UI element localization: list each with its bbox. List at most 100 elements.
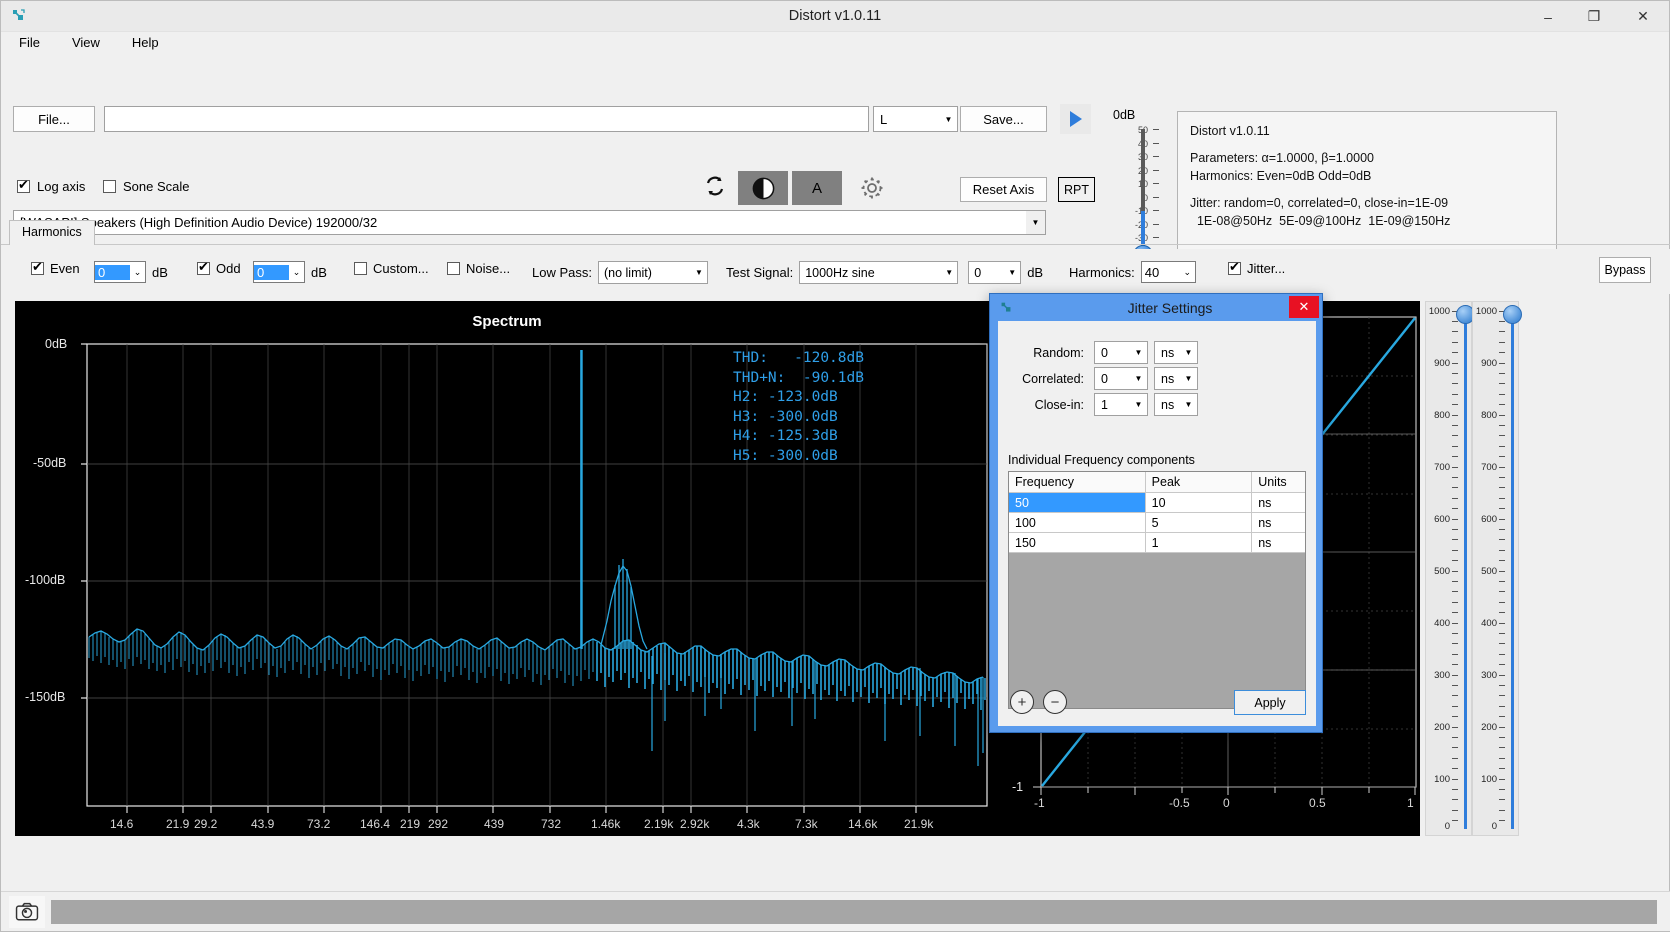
test-signal-value: 1000Hz sine <box>800 266 941 280</box>
file-button[interactable]: File... <box>13 106 95 132</box>
spectrum-chart[interactable]: Spectrum <box>15 301 999 836</box>
even-value-spinner[interactable]: 0 ⌄ dB <box>94 261 168 283</box>
channel-value: L <box>874 112 940 127</box>
even-checkbox[interactable]: Even <box>31 261 80 276</box>
info-line-1: Distort v1.0.11 <box>1190 122 1544 140</box>
chevron-down-icon[interactable]: ⌄ <box>1180 267 1195 278</box>
cell-peak[interactable]: 1 <box>1145 533 1252 553</box>
x-tick-4: 73.2 <box>307 817 330 831</box>
maximize-button[interactable]: ❐ <box>1571 1 1617 32</box>
cell-frequency[interactable]: 150 <box>1009 533 1145 553</box>
odd-value[interactable]: 0 <box>254 265 289 280</box>
cell-peak[interactable]: 10 <box>1145 493 1252 513</box>
x-tick-15: 14.6k <box>848 817 877 831</box>
even-label: Even <box>50 261 80 276</box>
jitter-checkbox[interactable]: Jitter... <box>1228 261 1285 276</box>
channel-select[interactable]: L ▼ <box>873 106 958 132</box>
column-header-frequency[interactable]: Frequency <box>1009 472 1145 493</box>
minimize-button[interactable]: – <box>1525 1 1571 32</box>
slider-right-track[interactable] <box>1511 314 1514 829</box>
settings-button[interactable] <box>859 175 885 201</box>
harmonics-count-group: Harmonics: 40 ⌄ <box>1069 261 1196 283</box>
chevron-down-icon: ▼ <box>1130 400 1147 409</box>
chevron-down-icon: ▼ <box>1180 400 1197 409</box>
close-in-unit-select[interactable]: ns ▼ <box>1154 393 1198 416</box>
save-button[interactable]: Save... <box>960 106 1047 132</box>
menu-item-help[interactable]: Help <box>128 33 163 52</box>
table-row[interactable]: 50 10 ns <box>1009 493 1305 513</box>
contrast-toggle-button[interactable] <box>738 171 788 205</box>
table-row[interactable]: 100 5 ns <box>1009 513 1305 533</box>
odd-checkbox[interactable]: Odd <box>197 261 241 276</box>
cell-frequency[interactable]: 100 <box>1009 513 1145 533</box>
odd-value-spinner[interactable]: 0 ⌄ dB <box>253 261 327 283</box>
slider-right[interactable]: 1000 900 800 700 600 500 400 300 200 100… <box>1472 301 1519 836</box>
chevron-down-icon[interactable]: ⌄ <box>289 267 304 278</box>
info-line-3: Harmonics: Even=0dB Odd=0dB <box>1190 167 1544 185</box>
file-path-input[interactable] <box>104 106 869 132</box>
play-button[interactable] <box>1060 104 1091 134</box>
jitter-label: Jitter... <box>1247 261 1285 276</box>
chevron-down-icon[interactable]: ⌄ <box>130 267 145 278</box>
screenshot-button[interactable] <box>9 896 45 928</box>
chevron-down-icon: ▼ <box>1180 374 1197 383</box>
h5-value: H5: -300.0dB <box>733 448 838 464</box>
even-value[interactable]: 0 <box>95 265 130 280</box>
contrast-icon <box>751 176 776 201</box>
sone-scale-checkbox[interactable]: Sone Scale <box>103 179 190 194</box>
cell-units[interactable]: ns <box>1252 533 1305 553</box>
apply-button[interactable]: Apply <box>1234 690 1306 715</box>
column-header-peak[interactable]: Peak <box>1145 472 1252 493</box>
low-pass-select[interactable]: (no limit) ▼ <box>598 261 708 284</box>
slider-right-handle[interactable] <box>1503 305 1522 324</box>
slider-left[interactable]: 1000 900 800 700 600 500 400 300 200 100… <box>1425 301 1472 836</box>
correlated-value-select[interactable]: 0 ▼ <box>1094 367 1148 390</box>
log-axis-checkbox[interactable]: Log axis <box>17 179 85 194</box>
noise-checkbox[interactable]: Noise... <box>447 261 510 276</box>
reset-axis-button[interactable]: Reset Axis <box>960 177 1047 202</box>
custom-label: Custom... <box>373 261 429 276</box>
x-tick-12: 2.92k <box>680 817 709 831</box>
random-value-select[interactable]: 0 ▼ <box>1094 341 1148 364</box>
menu-item-file[interactable]: File <box>15 33 44 52</box>
harmonics-count-value[interactable]: 40 <box>1142 265 1180 280</box>
chevron-down-icon: ▼ <box>1130 348 1147 357</box>
y-tick-3: -150dB <box>25 690 65 704</box>
tab-harmonics[interactable]: Harmonics <box>9 220 95 245</box>
bypass-button[interactable]: Bypass <box>1599 257 1651 283</box>
frequency-components-table[interactable]: Frequency Peak Units 50 10 ns 100 <box>1008 471 1306 709</box>
remove-row-button[interactable]: − <box>1043 690 1067 714</box>
top-controls: File... L ▼ Save... Log axis Sone Scale <box>1 53 1669 239</box>
add-row-button[interactable]: + <box>1010 690 1034 714</box>
h4-value: H4: -125.3dB <box>733 428 838 444</box>
chevron-down-icon: ▼ <box>941 268 957 277</box>
dialog-close-button[interactable]: ✕ <box>1289 296 1319 318</box>
cell-units[interactable]: ns <box>1252 493 1305 513</box>
odd-unit: dB <box>311 265 327 280</box>
x-tick-13: 4.3k <box>737 817 760 831</box>
chevron-down-icon: ▼ <box>1130 374 1147 383</box>
amplitude-toggle-button[interactable]: A <box>792 171 842 205</box>
slider-right-scale: 1000 900 800 700 600 500 400 300 200 100… <box>1473 302 1499 835</box>
app-icon <box>9 7 27 25</box>
refresh-button[interactable] <box>704 175 726 197</box>
slider-left-track[interactable] <box>1464 314 1467 829</box>
cell-frequency[interactable]: 50 <box>1009 493 1145 513</box>
correlated-unit-select[interactable]: ns ▼ <box>1154 367 1198 390</box>
column-header-units[interactable]: Units <box>1252 472 1305 493</box>
harmonics-toolbar: Even 0 ⌄ dB Odd 0 ⌄ dB Custom... Noise. <box>1 249 1670 294</box>
rpt-button[interactable]: RPT <box>1058 177 1095 202</box>
menu-item-view[interactable]: View <box>68 33 104 52</box>
test-signal-select[interactable]: 1000Hz sine ▼ <box>799 261 958 284</box>
custom-checkbox[interactable]: Custom... <box>354 261 429 276</box>
x-tick-16: 21.9k <box>904 817 933 831</box>
cell-units[interactable]: ns <box>1252 513 1305 533</box>
close-in-value-select[interactable]: 1 ▼ <box>1094 393 1148 416</box>
cell-peak[interactable]: 5 <box>1145 513 1252 533</box>
table-row[interactable]: 150 1 ns <box>1009 533 1305 553</box>
random-unit-select[interactable]: ns ▼ <box>1154 341 1198 364</box>
close-button[interactable]: ✕ <box>1617 1 1669 32</box>
y-tick-0: 0dB <box>45 337 67 351</box>
test-signal-level-select[interactable]: 0 ▼ <box>968 261 1021 284</box>
low-pass-group: Low Pass: (no limit) ▼ <box>532 261 708 284</box>
